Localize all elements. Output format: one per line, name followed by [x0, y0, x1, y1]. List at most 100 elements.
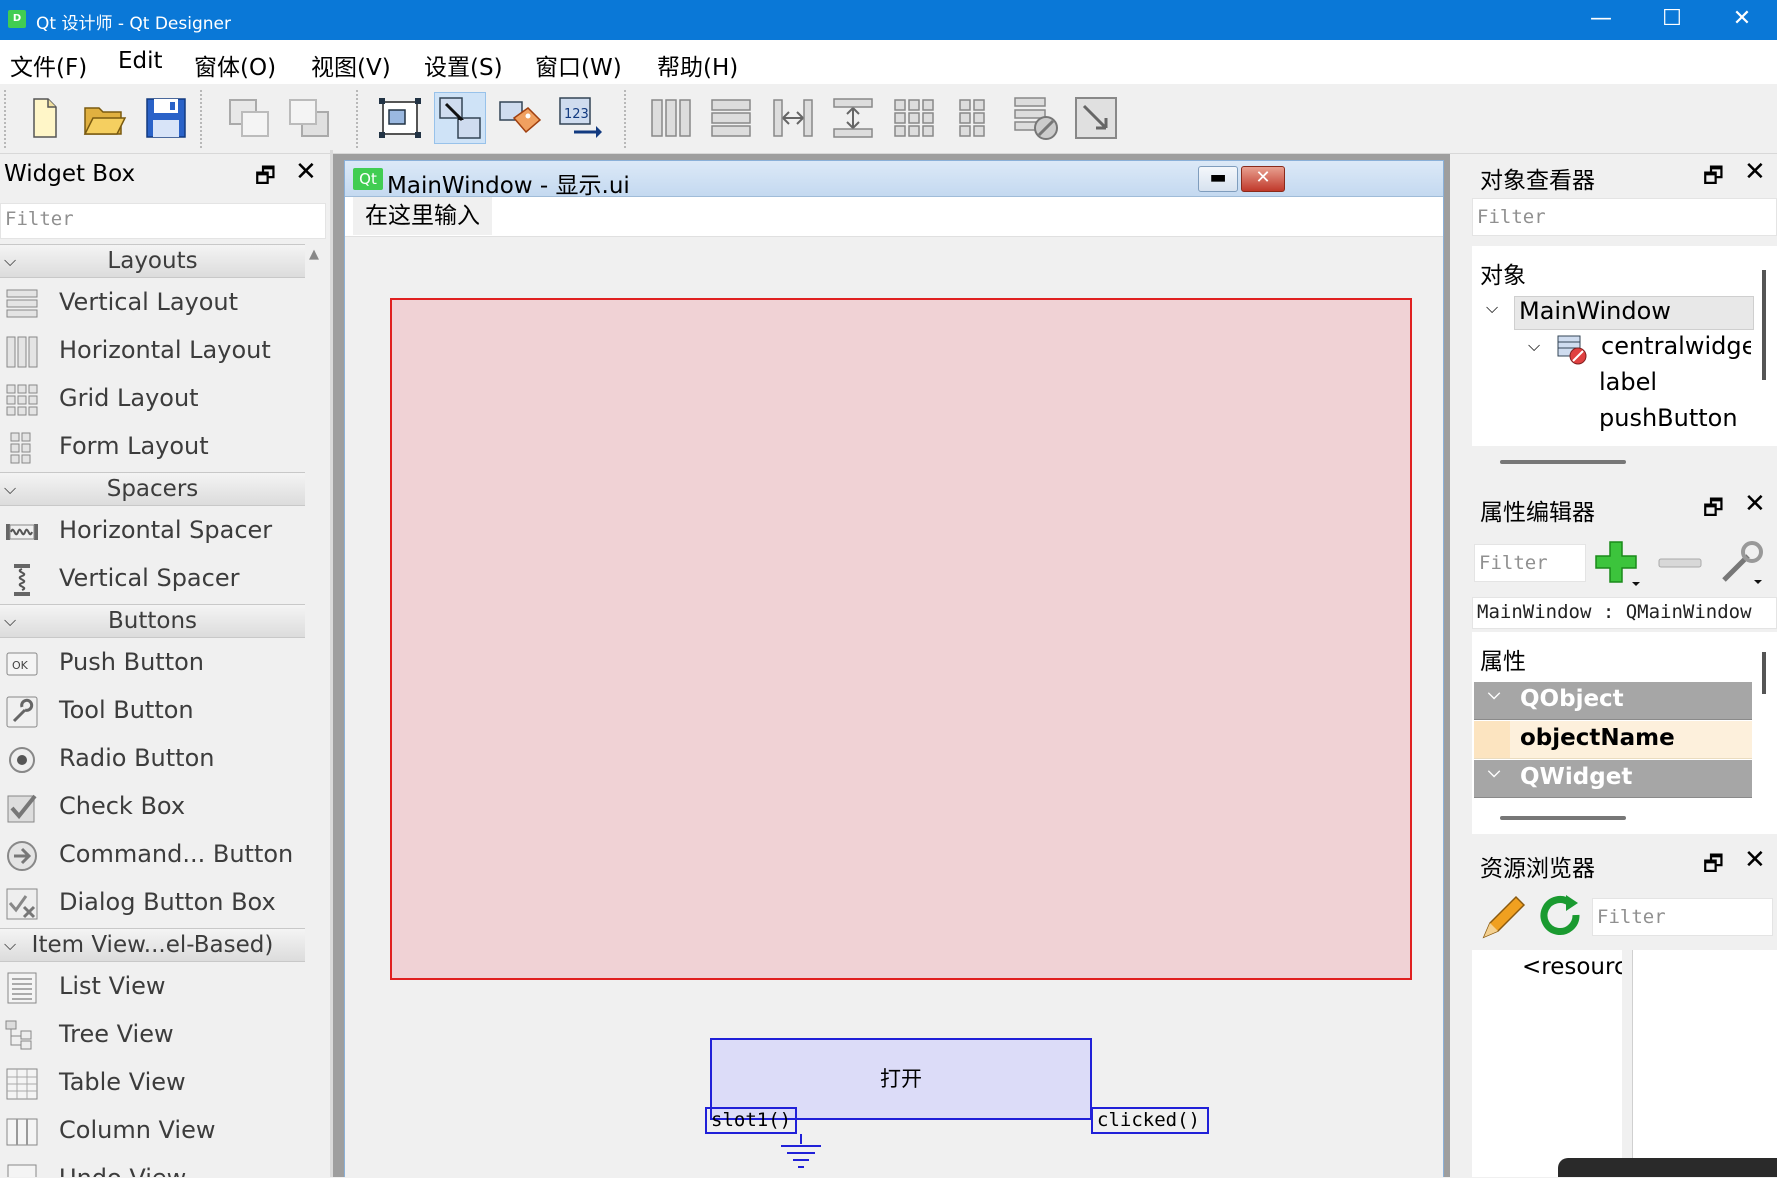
resource-browser-float-icon[interactable]: 🗗	[1703, 847, 1724, 885]
menu-window[interactable]: 窗口(W)	[535, 48, 622, 82]
qt-logo-icon: Qt	[353, 168, 383, 190]
reload-resources-icon[interactable]	[1536, 893, 1586, 943]
object-inspector-float-icon[interactable]: 🗗	[1703, 159, 1724, 197]
signal-endpoint-label[interactable]: clicked()	[1091, 1107, 1209, 1134]
property-editor-titlebar: 属性编辑器 🗗 ✕	[1470, 487, 1777, 526]
new-form-icon[interactable]	[18, 92, 70, 144]
menu-bar: 文件(F) Edit 窗体(O) 视图(V) 设置(S) 窗口(W) 帮助(H)	[0, 40, 1777, 84]
edit-buddies-icon[interactable]	[494, 92, 546, 144]
widget-push-button[interactable]: OK Push Button	[0, 640, 305, 688]
label-widget[interactable]	[390, 298, 1412, 980]
form-minimize-button[interactable]: ▬	[1198, 166, 1238, 192]
widget-vertical-layout[interactable]: Vertical Layout	[0, 280, 305, 328]
edit-signals-slots-icon[interactable]	[434, 92, 486, 144]
widget-tool-button[interactable]: Tool Button	[0, 688, 305, 736]
break-layout-icon[interactable]	[1010, 92, 1062, 144]
collapse-qobject-chevron[interactable]: ⌵	[1488, 684, 1500, 704]
expand-centralwidget-chevron[interactable]: ⌵	[1528, 336, 1540, 356]
property-table-hscroll[interactable]	[1500, 816, 1626, 820]
tree-item-label[interactable]: label	[1599, 368, 1657, 396]
selected-object-class-line: MainWindow : QMainWindow	[1472, 597, 1777, 629]
lay-out-grid-icon[interactable]	[888, 92, 940, 144]
widget-box-title: Widget Box	[4, 161, 136, 187]
tree-item-pushbutton[interactable]: pushButton	[1599, 404, 1738, 432]
lay-out-horizontal-splitter-icon[interactable]	[767, 92, 819, 144]
widget-box-float-icon[interactable]: 🗗	[255, 159, 276, 197]
widget-check-box[interactable]: Check Box	[0, 784, 305, 832]
edit-resources-pencil-icon[interactable]	[1476, 893, 1528, 943]
menu-edit[interactable]: Edit	[118, 48, 163, 74]
resource-browser-close-icon[interactable]: ✕	[1744, 845, 1766, 875]
widget-vertical-spacer[interactable]: Vertical Spacer	[0, 556, 305, 604]
widget-undo-view[interactable]: Undo View	[0, 1156, 305, 1177]
form-window-title: MainWindow - 显示.ui	[387, 173, 630, 199]
tree-item-centralwidget[interactable]: centralwidge	[1601, 332, 1751, 360]
property-group-qobject[interactable]: ⌵ QObject	[1474, 682, 1752, 720]
category-buttons[interactable]: ⌵ Buttons	[0, 604, 305, 638]
category-spacers[interactable]: ⌵ Spacers	[0, 472, 305, 506]
save-form-icon[interactable]	[140, 92, 192, 144]
object-inspector-close-icon[interactable]: ✕	[1744, 157, 1766, 187]
widget-box-close-icon[interactable]: ✕	[295, 157, 317, 187]
widget-command-link-button[interactable]: Command... Button	[0, 832, 305, 880]
adjust-size-icon[interactable]	[1070, 92, 1122, 144]
expand-mainwindow-chevron[interactable]: ⌵	[1486, 298, 1498, 318]
lay-out-vertically-icon[interactable]	[705, 92, 757, 144]
tree-item-mainwindow[interactable]: MainWindow	[1514, 296, 1754, 330]
list-view-icon	[7, 972, 37, 1004]
widget-box-filter-input[interactable]: Filter	[0, 203, 326, 239]
edit-tab-order-icon[interactable]: 123	[554, 92, 606, 144]
maximize-button[interactable]: ☐	[1637, 0, 1707, 40]
slot-endpoint-label[interactable]: slot1()	[705, 1107, 797, 1134]
menu-form[interactable]: 窗体(O)	[194, 48, 276, 82]
object-tree-hscroll[interactable]	[1500, 460, 1626, 464]
configure-property-editor-icon[interactable]	[1716, 536, 1770, 590]
remove-dynamic-property-icon[interactable]	[1656, 550, 1704, 576]
resource-filter-input[interactable]: Filter	[1592, 898, 1773, 936]
tree-view-icon	[5, 1020, 32, 1050]
widget-form-layout[interactable]: Form Layout	[0, 424, 305, 472]
close-window-button[interactable]: ✕	[1707, 0, 1777, 40]
menu-view[interactable]: 视图(V)	[311, 48, 391, 82]
lay-out-form-icon[interactable]	[948, 92, 1000, 144]
widget-tree-view[interactable]: Tree View	[0, 1012, 305, 1060]
edit-widgets-icon[interactable]	[375, 92, 427, 144]
send-to-back-icon[interactable]	[224, 92, 276, 144]
property-table-vscroll[interactable]	[1762, 652, 1766, 694]
form-close-button[interactable]: ✕	[1241, 166, 1285, 192]
widget-table-view[interactable]: Table View	[0, 1060, 305, 1108]
widget-column-view[interactable]: Column View	[0, 1108, 305, 1156]
minimize-button[interactable]: —	[1566, 0, 1636, 40]
bring-to-front-icon[interactable]	[284, 92, 336, 144]
widget-radio-button[interactable]: Radio Button	[0, 736, 305, 784]
widget-horizontal-layout[interactable]: Horizontal Layout	[0, 328, 305, 376]
type-here-menu-placeholder[interactable]: 在这里输入	[353, 197, 492, 235]
widget-grid-layout[interactable]: Grid Layout	[0, 376, 305, 424]
widget-horizontal-spacer[interactable]: Horizontal Spacer	[0, 508, 305, 556]
property-editor-close-icon[interactable]: ✕	[1744, 489, 1766, 519]
object-inspector-titlebar: 对象查看器 🗗 ✕	[1470, 155, 1777, 194]
open-form-icon[interactable]	[78, 92, 130, 144]
lay-out-horizontally-icon[interactable]	[645, 92, 697, 144]
lay-out-vertical-splitter-icon[interactable]	[827, 92, 879, 144]
property-filter-input[interactable]: Filter	[1474, 544, 1586, 582]
menu-settings[interactable]: 设置(S)	[424, 48, 503, 82]
resource-root-item[interactable]: <resourc	[1522, 954, 1622, 980]
category-layouts[interactable]: ⌵ Layouts	[0, 244, 305, 278]
property-editor-float-icon[interactable]: 🗗	[1703, 491, 1724, 529]
widget-box-titlebar: Widget Box 🗗 ✕	[0, 155, 333, 193]
property-objectname[interactable]: objectName	[1474, 721, 1752, 759]
menu-file[interactable]: 文件(F)	[10, 48, 87, 82]
main-toolbar: 123	[0, 84, 1777, 154]
object-inspector-filter-input[interactable]: Filter	[1472, 198, 1777, 236]
category-item-views[interactable]: ⌵ Item View...el-Based)	[0, 928, 305, 962]
collapse-qwidget-chevron[interactable]: ⌵	[1488, 762, 1500, 782]
radio-button-icon	[9, 747, 35, 773]
widget-box-scrollbar[interactable]: ▲	[305, 245, 329, 1177]
widget-list-view[interactable]: List View	[0, 964, 305, 1012]
object-tree-vscroll[interactable]	[1762, 270, 1766, 380]
add-dynamic-property-icon[interactable]	[1592, 538, 1644, 590]
menu-help[interactable]: 帮助(H)	[657, 48, 738, 82]
widget-dialog-button-box[interactable]: Dialog Button Box	[0, 880, 305, 928]
property-group-qwidget[interactable]: ⌵ QWidget	[1474, 760, 1752, 798]
